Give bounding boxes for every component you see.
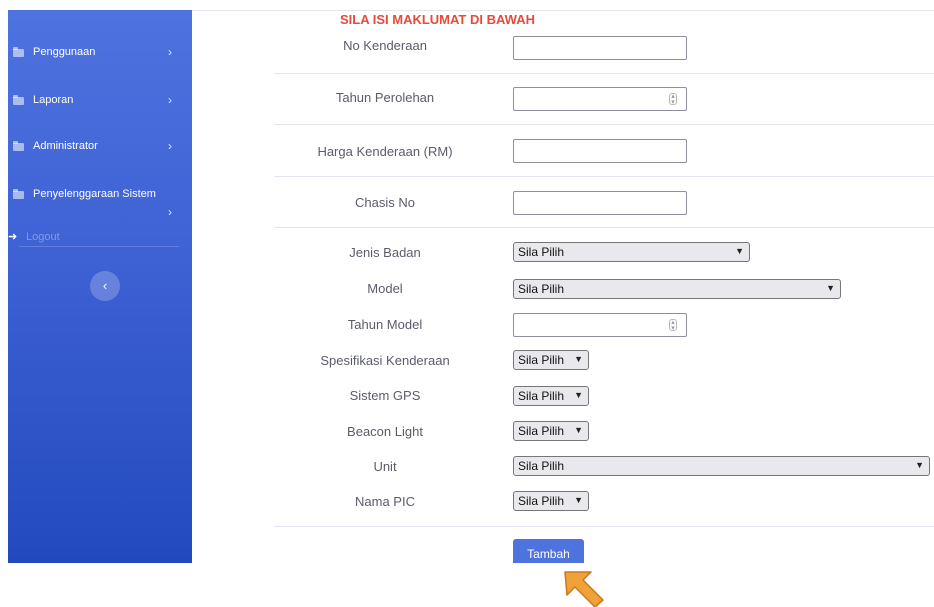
row-divider	[274, 124, 934, 125]
sistem-gps-selected: Sila Pilih	[518, 389, 565, 403]
folder-icon	[13, 95, 24, 105]
chevron-right-icon: ›	[168, 45, 172, 59]
chasis-no-label: Chasis No	[355, 195, 415, 210]
no-kenderaan-label: No Kenderaan	[343, 38, 427, 53]
model-select[interactable]: Sila Pilih ▼	[513, 279, 841, 299]
jenis-badan-label: Jenis Badan	[349, 245, 421, 260]
sidebar-item-label: Penggunaan	[33, 46, 96, 58]
sidebar-divider	[19, 246, 179, 247]
screenshot-bottom-margin	[0, 563, 934, 607]
harga-kenderaan-input[interactable]	[513, 139, 687, 163]
chevron-right-icon: ›	[168, 93, 172, 107]
folder-icon	[13, 47, 24, 57]
tahun-perolehan-label: Tahun Perolehan	[335, 90, 435, 105]
row-divider	[274, 176, 934, 177]
tahun-perolehan-input[interactable]: ▴ ▾	[513, 87, 687, 111]
jenis-badan-selected: Sila Pilih	[518, 245, 565, 259]
beacon-light-label: Beacon Light	[347, 424, 423, 439]
row-divider	[274, 526, 934, 527]
model-selected: Sila Pilih	[518, 282, 565, 296]
pointer-arrow-icon	[564, 571, 604, 607]
folder-icon	[13, 141, 24, 151]
row-divider	[274, 73, 934, 74]
chevron-down-icon: ▼	[915, 460, 924, 470]
chevron-down-icon: ▼	[574, 425, 583, 435]
sidebar-item-label: Administrator	[33, 140, 98, 152]
row-divider	[274, 227, 934, 228]
chevron-right-icon: ›	[168, 139, 172, 153]
sign-out-icon: ➜	[8, 231, 18, 243]
sistem-gps-select[interactable]: Sila Pilih ▼	[513, 386, 589, 406]
chevron-down-icon: ▼	[574, 495, 583, 505]
chevron-down-icon: ▼	[574, 390, 583, 400]
folder-icon	[13, 189, 24, 199]
spesifikasi-kenderaan-select[interactable]: Sila Pilih ▼	[513, 350, 589, 370]
tahun-model-label: Tahun Model	[347, 317, 423, 332]
jenis-badan-select[interactable]: Sila Pilih ▼	[513, 242, 750, 262]
form-heading: SILA ISI MAKLUMAT DI BAWAH	[340, 12, 535, 27]
nama-pic-select[interactable]: Sila Pilih ▼	[513, 491, 589, 511]
chevron-down-icon: ▼	[574, 354, 583, 364]
sidebar-toggle-button[interactable]: ‹	[90, 271, 120, 301]
number-spinner-icon[interactable]: ▴ ▾	[669, 93, 677, 106]
number-spinner-icon[interactable]: ▴ ▾	[669, 319, 677, 332]
unit-select[interactable]: Sila Pilih ▼	[513, 456, 930, 476]
unit-label: Unit	[373, 459, 397, 474]
nama-pic-label: Nama PIC	[355, 494, 415, 509]
harga-kenderaan-label: Harga Kenderaan (RM)	[317, 144, 453, 159]
beacon-light-select[interactable]: Sila Pilih ▼	[513, 421, 589, 441]
model-label: Model	[367, 281, 403, 296]
sistem-gps-label: Sistem GPS	[349, 388, 421, 403]
logout-label: Logout	[26, 231, 60, 243]
tahun-model-input[interactable]: ▴ ▾	[513, 313, 687, 337]
top-divider	[192, 10, 934, 11]
chevron-down-icon: ▼	[826, 283, 835, 293]
beacon-light-selected: Sila Pilih	[518, 424, 565, 438]
chasis-no-input[interactable]	[513, 191, 687, 215]
nama-pic-selected: Sila Pilih	[518, 494, 565, 508]
sidebar: Penggunaan › Laporan › Administrator › P…	[8, 10, 192, 563]
spesifikasi-selected: Sila Pilih	[518, 353, 565, 367]
sidebar-item-label: Penyelenggaraan Sistem	[33, 188, 156, 200]
no-kenderaan-input[interactable]	[513, 36, 687, 60]
sidebar-item-label: Laporan	[33, 94, 74, 106]
chevron-right-icon: ›	[168, 205, 172, 219]
chevron-down-icon: ▼	[735, 246, 744, 256]
spesifikasi-kenderaan-label: Spesifikasi Kenderaan	[320, 353, 450, 368]
unit-selected: Sila Pilih	[518, 459, 565, 473]
